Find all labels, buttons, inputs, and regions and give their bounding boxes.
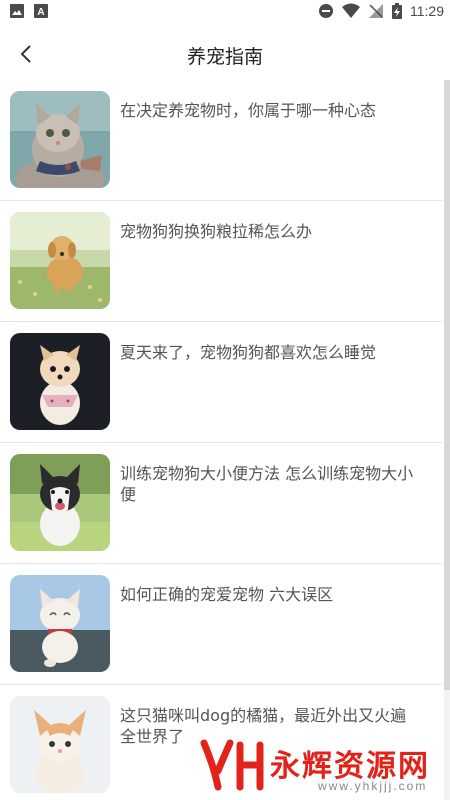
watermark-url: www.yhkjjj.com: [318, 779, 428, 793]
article-title: 宠物狗狗换狗粮拉稀怎么办: [120, 222, 313, 241]
notification-icons: A: [10, 4, 48, 18]
article-list: 在决定养宠物时，你属于哪一种心态 宠物狗狗换狗粮拉稀怎么办 夏天来了，宠物狗狗都…: [0, 80, 443, 800]
wifi-icon: [342, 3, 360, 18]
system-icons: 11:29: [318, 3, 444, 19]
clock-time: 11:29: [410, 3, 444, 19]
app-header: 养宠指南: [0, 24, 450, 84]
article-title: 夏天来了，宠物狗狗都喜欢怎么睡觉: [120, 343, 377, 362]
orange-kitten-photo: [10, 696, 110, 793]
pomeranian-photo: [10, 333, 110, 430]
list-item[interactable]: 训练宠物狗大小便方法 怎么训练宠物大小便: [0, 443, 443, 564]
list-item[interactable]: 如何正确的宠爱宠物 六大误区: [0, 564, 443, 685]
list-item[interactable]: 宠物狗狗换狗粮拉稀怎么办: [0, 201, 443, 322]
svg-text:A: A: [37, 7, 44, 18]
page-title: 养宠指南: [186, 46, 263, 68]
battery-charging-icon: [392, 3, 402, 19]
list-item[interactable]: 夏天来了，宠物狗狗都喜欢怎么睡觉: [0, 322, 443, 443]
scrollbar-thumb[interactable]: [444, 80, 450, 690]
article-title: 训练宠物狗大小便方法 怎么训练宠物大小便: [120, 464, 414, 504]
do-not-disturb-icon: [319, 4, 333, 18]
a-text-icon: A: [34, 4, 48, 18]
site-watermark: 永辉资源网 www.yhkjjj.com: [200, 735, 440, 795]
tabby-cat-photo: [10, 91, 110, 188]
list-item[interactable]: 在决定养宠物时，你属于哪一种心态: [0, 80, 443, 201]
yh-logo-icon: [200, 739, 264, 791]
article-title: 如何正确的宠爱宠物 六大误区: [120, 585, 334, 604]
no-signal-icon: [369, 4, 383, 18]
article-title: 在决定养宠物时，你属于哪一种心态: [120, 101, 377, 120]
status-bar: A 11:29: [0, 0, 450, 24]
white-cat-photo: [10, 575, 110, 672]
husky-photo: [10, 454, 110, 551]
image-icon: [10, 4, 24, 18]
golden-retriever-photo: [10, 212, 110, 309]
